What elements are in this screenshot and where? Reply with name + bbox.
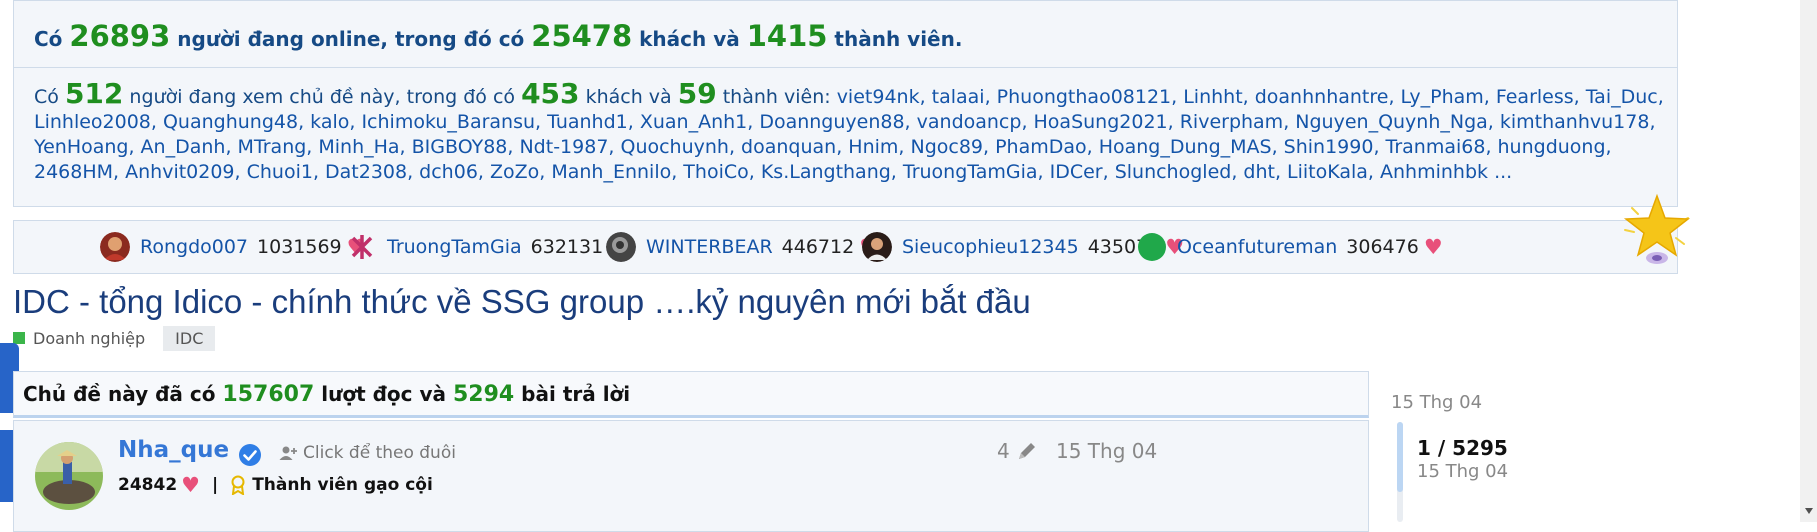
online-text: thành viên.: [827, 27, 963, 51]
scroll-down-icon[interactable]: [1805, 508, 1813, 514]
thread-meta: Doanh nghiệp IDC: [13, 325, 216, 351]
category-color-icon: [13, 332, 25, 344]
reply-count: 5294: [452, 382, 515, 407]
follow-button[interactable]: Click để theo đuôi: [279, 443, 456, 463]
top-user-name[interactable]: Rongdo007: [140, 236, 248, 258]
stats-text: bài trả lời: [514, 382, 631, 406]
top-user-item[interactable]: Oceanfutureman 306476 ♥: [1137, 221, 1443, 273]
viewers-member-count: 59: [677, 77, 717, 110]
online-text: khách và: [632, 27, 747, 51]
online-summary: Có 26893 người đang online, trong đó có …: [34, 19, 962, 53]
avatar[interactable]: [1137, 232, 1167, 262]
online-text: Có: [34, 27, 70, 51]
view-count: 157607: [222, 382, 315, 407]
author-score: 24842: [118, 475, 178, 495]
pencil-icon[interactable]: [1016, 440, 1038, 462]
heart-icon: ♥: [1423, 235, 1443, 259]
top-user-item[interactable]: TruongTamGia 632131 ♥: [347, 221, 627, 273]
add-user-icon: [279, 446, 297, 460]
edit-count: 4: [997, 439, 1010, 463]
timeline-handle[interactable]: [1397, 422, 1403, 492]
top-user-item[interactable]: Sieucophieu12345 435075 ♥: [862, 221, 1184, 273]
top-user-score: 632131: [530, 236, 604, 258]
top-user-score: 1031569: [257, 236, 342, 258]
page-scrollbar[interactable]: [1800, 0, 1817, 522]
thread-stats-bar: Chủ đề này đã có 157607 lượt đọc và 5294…: [13, 371, 1369, 418]
avatar[interactable]: [862, 232, 892, 262]
star-icon[interactable]: [1620, 192, 1694, 272]
avatar[interactable]: [100, 232, 130, 262]
top-users-bar: Rongdo007 1031569 ♥ TruongTamGia 632131 …: [13, 220, 1678, 274]
heart-icon: ♥: [181, 473, 200, 497]
viewers-text: người đang xem chủ đề này, trong đó có: [123, 86, 522, 108]
top-user-name[interactable]: Oceanfutureman: [1177, 236, 1337, 258]
post-position: 1 / 5295: [1417, 436, 1508, 460]
thread-title: IDC - tổng Idico - chính thức về SSG gro…: [13, 283, 1031, 320]
online-total-count: 26893: [69, 19, 171, 53]
viewers-text: Có: [34, 86, 65, 108]
post-date[interactable]: 15 Thg 04: [1056, 439, 1157, 463]
verified-icon: [239, 444, 261, 466]
avatar[interactable]: [347, 232, 377, 262]
online-text: người đang online, trong đó có: [170, 27, 532, 51]
online-stats-panel: Có 26893 người đang online, trong đó có …: [13, 0, 1678, 207]
top-user-item[interactable]: Rongdo007 1031569 ♥: [100, 221, 365, 273]
tag-chip[interactable]: IDC: [163, 325, 216, 351]
thread-stats: Chủ đề này đã có 157607 lượt đọc và 5294…: [23, 382, 630, 407]
top-user-score: 306476: [1346, 236, 1419, 258]
follow-label[interactable]: Click để theo đuôi: [303, 443, 456, 463]
category-link[interactable]: Doanh nghiệp: [33, 329, 145, 348]
timeline-start-date[interactable]: 15 Thg 04: [1391, 392, 1482, 413]
stats-text: lượt đọc và: [314, 382, 453, 406]
top-user-name[interactable]: TruongTamGia: [387, 236, 522, 258]
online-guest-count: 25478: [531, 19, 633, 53]
edit-history[interactable]: 4: [997, 439, 1038, 463]
top-user-name[interactable]: WINTERBEAR: [646, 236, 773, 258]
viewers-guest-count: 453: [521, 77, 580, 110]
avatar[interactable]: [606, 232, 636, 262]
viewers-total-count: 512: [64, 77, 124, 110]
avatar[interactable]: [35, 442, 103, 510]
viewers-text: khách và: [579, 86, 678, 108]
top-user-score: 446712: [781, 236, 855, 258]
stats-text: Chủ đề này đã có: [23, 382, 223, 406]
viewers-text: thành viên:: [716, 86, 837, 108]
timeline-current-date: 15 Thg 04: [1417, 461, 1509, 482]
author-name[interactable]: Nha_que: [118, 437, 229, 463]
divider: [14, 67, 1677, 68]
medal-icon: [231, 475, 245, 495]
top-user-name[interactable]: Sieucophieu12345: [902, 236, 1079, 258]
separator: |: [211, 475, 219, 495]
online-member-count: 1415: [746, 19, 828, 53]
top-user-item[interactable]: WINTERBEAR 446712 ♥: [606, 221, 878, 273]
post: Nha_que Click để theo đuôi 24842 ♥ | Thà…: [13, 420, 1369, 532]
author-meta: 24842 ♥ | Thành viên gạo cội: [118, 473, 433, 497]
thread-viewers: Có 512 người đang xem chủ đề này, trong …: [34, 80, 1664, 185]
author-rank: Thành viên gạo cội: [252, 475, 433, 495]
